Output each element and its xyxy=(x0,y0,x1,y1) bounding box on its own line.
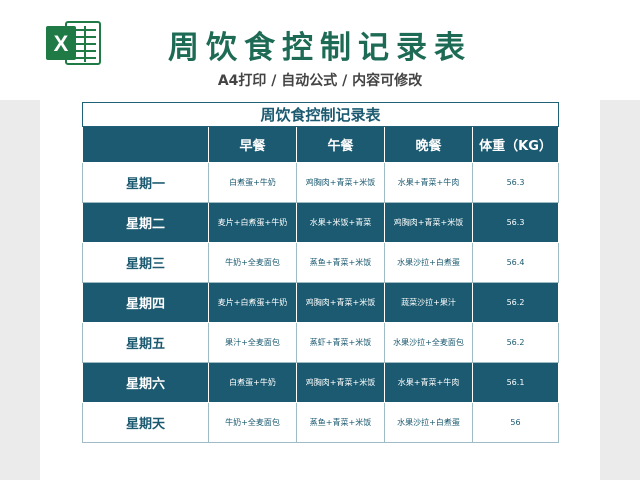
dinner-cell[interactable]: 水果+青菜+牛肉 xyxy=(384,162,473,203)
breakfast-cell[interactable]: 白煮蛋+牛奶 xyxy=(208,162,297,203)
weight-cell[interactable]: 56.3 xyxy=(472,162,559,203)
diet-record-table: 周饮食控制记录表 早餐 午餐 晚餐 体重（KG） 星期一 白煮蛋+牛奶 鸡胸肉+… xyxy=(82,102,559,443)
table-title: 周饮食控制记录表 xyxy=(82,102,559,127)
breakfast-cell[interactable]: 牛奶+全麦面包 xyxy=(208,242,297,283)
breakfast-cell[interactable]: 麦片+白煮蛋+牛奶 xyxy=(208,202,297,243)
dinner-cell[interactable]: 水果沙拉+全麦面包 xyxy=(384,322,473,363)
lunch-cell[interactable]: 蒸鱼+青菜+米饭 xyxy=(296,402,385,443)
lunch-cell[interactable]: 鸡胸肉+青菜+米饭 xyxy=(296,162,385,203)
table-row: 星期五 果汁+全麦面包 蒸虾+青菜+米饭 水果沙拉+全麦面包 56.2 xyxy=(82,322,559,363)
table-row: 星期一 白煮蛋+牛奶 鸡胸肉+青菜+米饭 水果+青菜+牛肉 56.3 xyxy=(82,162,559,203)
weight-cell[interactable]: 56.2 xyxy=(472,282,559,323)
day-cell[interactable]: 星期四 xyxy=(82,282,209,323)
diet-table-container: 周饮食控制记录表 早餐 午餐 晚餐 体重（KG） 星期一 白煮蛋+牛奶 鸡胸肉+… xyxy=(82,102,559,443)
page-subtitle: A4打印 / 自动公式 / 内容可修改 xyxy=(217,73,423,89)
lunch-cell[interactable]: 鸡胸肉+青菜+米饭 xyxy=(296,362,385,403)
day-cell[interactable]: 星期五 xyxy=(82,322,209,363)
dinner-cell[interactable]: 蔬菜沙拉+果汁 xyxy=(384,282,473,323)
table-header-row: 早餐 午餐 晚餐 体重（KG） xyxy=(82,126,559,163)
lunch-cell[interactable]: 水果+米饭+青菜 xyxy=(296,202,385,243)
dinner-cell[interactable]: 鸡胸肉+青菜+米饭 xyxy=(384,202,473,243)
day-cell[interactable]: 星期三 xyxy=(82,242,209,283)
weight-cell[interactable]: 56.3 xyxy=(472,202,559,243)
day-cell[interactable]: 星期二 xyxy=(82,202,209,243)
lunch-cell[interactable]: 鸡胸肉+青菜+米饭 xyxy=(296,282,385,323)
page-title: 周饮食控制记录表 xyxy=(168,30,472,66)
weight-cell[interactable]: 56.4 xyxy=(472,242,559,283)
breakfast-cell[interactable]: 白煮蛋+牛奶 xyxy=(208,362,297,403)
header-cell-lunch: 午餐 xyxy=(296,126,385,163)
header-cell-weight: 体重（KG） xyxy=(472,126,559,163)
page-header: X 周饮食控制记录表 A4打印 / 自动公式 / 内容可修改 xyxy=(0,0,640,100)
weight-cell[interactable]: 56.1 xyxy=(472,362,559,403)
table-row: 星期天 牛奶+全麦面包 蒸鱼+青菜+米饭 水果沙拉+白煮蛋 56 xyxy=(82,402,559,443)
dinner-cell[interactable]: 水果沙拉+白煮蛋 xyxy=(384,402,473,443)
table-row: 星期二 麦片+白煮蛋+牛奶 水果+米饭+青菜 鸡胸肉+青菜+米饭 56.3 xyxy=(82,202,559,243)
breakfast-cell[interactable]: 果汁+全麦面包 xyxy=(208,322,297,363)
weight-cell[interactable]: 56 xyxy=(472,402,559,443)
dinner-cell[interactable]: 水果沙拉+白煮蛋 xyxy=(384,242,473,283)
day-cell[interactable]: 星期天 xyxy=(82,402,209,443)
breakfast-cell[interactable]: 牛奶+全麦面包 xyxy=(208,402,297,443)
day-cell[interactable]: 星期六 xyxy=(82,362,209,403)
table-row: 星期三 牛奶+全麦面包 蒸鱼+青菜+米饭 水果沙拉+白煮蛋 56.4 xyxy=(82,242,559,283)
header-cell-dinner: 晚餐 xyxy=(384,126,473,163)
header-cell-blank xyxy=(82,126,209,163)
breakfast-cell[interactable]: 麦片+白煮蛋+牛奶 xyxy=(208,282,297,323)
lunch-cell[interactable]: 蒸虾+青菜+米饭 xyxy=(296,322,385,363)
lunch-cell[interactable]: 蒸鱼+青菜+米饭 xyxy=(296,242,385,283)
dinner-cell[interactable]: 水果+青菜+牛肉 xyxy=(384,362,473,403)
day-cell[interactable]: 星期一 xyxy=(82,162,209,203)
weight-cell[interactable]: 56.2 xyxy=(472,322,559,363)
table-row: 星期六 白煮蛋+牛奶 鸡胸肉+青菜+米饭 水果+青菜+牛肉 56.1 xyxy=(82,362,559,403)
table-row: 星期四 麦片+白煮蛋+牛奶 鸡胸肉+青菜+米饭 蔬菜沙拉+果汁 56.2 xyxy=(82,282,559,323)
header-cell-breakfast: 早餐 xyxy=(208,126,297,163)
